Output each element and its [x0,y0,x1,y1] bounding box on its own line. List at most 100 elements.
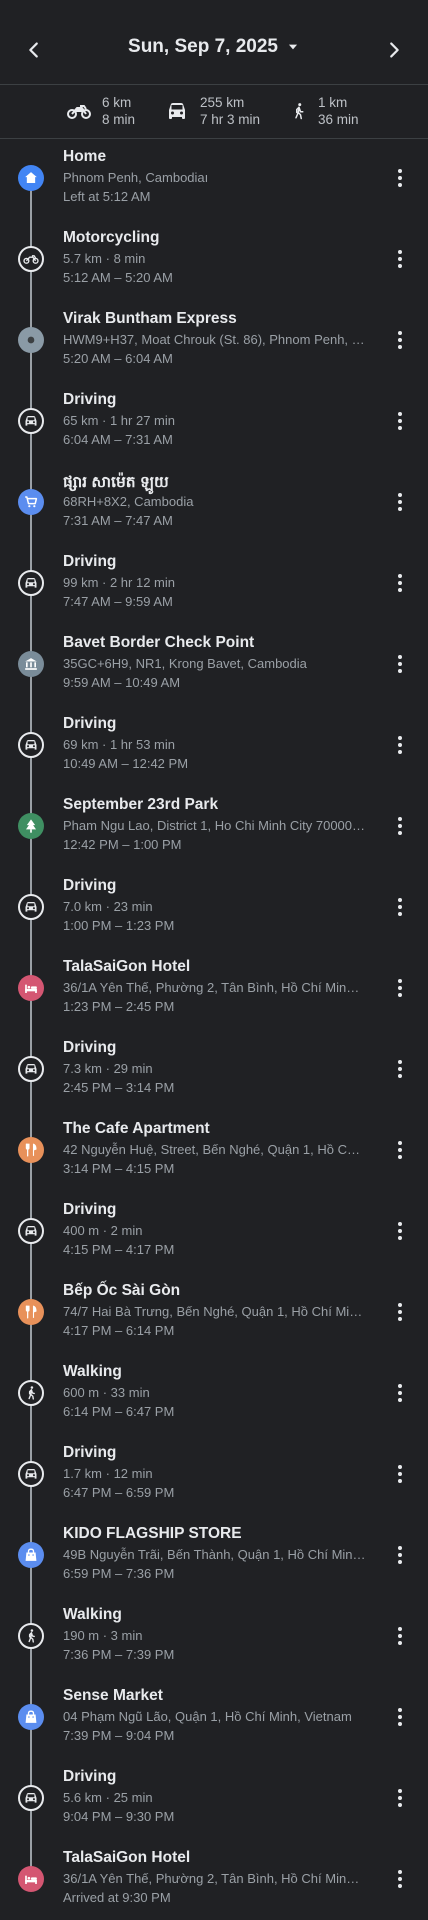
government-building-icon [18,651,44,677]
more-options-button[interactable] [388,322,412,358]
timeline-place-entry[interactable]: TalaSaiGon Hotel 36/1A Yên Thế, Phường 2,… [0,1839,428,1919]
kebab-dot-icon [398,426,402,430]
entry-title: Driving [63,391,117,408]
entry-time-range: 6:04 AM – 7:31 AM [63,432,173,447]
kebab-dot-icon [398,264,402,268]
kebab-dot-icon [398,574,402,578]
more-options-button[interactable] [388,1780,412,1816]
timeline-activity-entry[interactable]: Driving 99 km · 2 hr 12 min 7:47 AM – 9:59… [0,543,428,623]
timeline-activity-entry[interactable]: Driving 69 km · 1 hr 53 min 10:49 AM – 12:… [0,705,428,785]
walking-icon [18,1380,44,1406]
more-options-button[interactable] [388,241,412,277]
timeline-place-entry[interactable]: TalaSaiGon Hotel 36/1A Yên Thế, Phường 2,… [0,948,428,1028]
kebab-dot-icon [398,183,402,187]
entry-address: Pham Ngu Lao, District 1, Ho Chi Minh Ci… [63,818,366,833]
summary-distance: 255 km [200,95,245,110]
entry-address: 35GC+6H9, NR1, Krong Bavet, Cambodia [63,656,307,671]
kebab-dot-icon [398,1884,402,1888]
entry-distance-duration: 7.0 km · 23 min [63,899,153,914]
walking-icon [290,100,308,122]
chevron-right-icon [390,42,399,58]
kebab-dot-icon [398,345,402,349]
entry-distance-duration: 400 m · 2 min [63,1223,143,1238]
hotel-bed-icon [18,1866,44,1892]
more-options-button[interactable] [388,160,412,196]
entry-time-range: 7:47 AM – 9:59 AM [63,594,173,609]
kebab-dot-icon [398,743,402,747]
entry-title: Driving [63,1201,117,1218]
more-options-button[interactable] [388,970,412,1006]
more-options-button[interactable] [388,565,412,601]
more-options-button[interactable] [388,1213,412,1249]
timeline-activity-entry[interactable]: Walking 190 m · 3 min 7:36 PM – 7:39 PM [0,1596,428,1676]
kebab-dot-icon [398,1222,402,1226]
timeline-place-entry[interactable]: ផ្សារ សាម៉េត ឡូយ 68RH+8X2, Cambodia 7:31 A… [0,462,428,542]
timeline-place-entry[interactable]: September 23rd Park Pham Ngu Lao, Distric… [0,786,428,866]
entry-address: Phnom Penh, Cambodiaı [63,170,209,185]
timeline-place-entry[interactable]: The Cafe Apartment 42 Nguyễn Huệ, Street,… [0,1110,428,1190]
next-day-button[interactable] [376,32,412,68]
more-options-button[interactable] [388,1375,412,1411]
restaurant-icon [18,1299,44,1325]
more-options-button[interactable] [388,1618,412,1654]
kebab-dot-icon [398,1803,402,1807]
kebab-dot-icon [398,493,402,497]
more-options-button[interactable] [388,484,412,520]
timeline-place-entry[interactable]: Sense Market 04 Phạm Ngũ Lão, Quận 1, Hồ … [0,1677,428,1757]
more-options-button[interactable] [388,403,412,439]
kebab-dot-icon [398,662,402,666]
entry-distance-duration: 5.6 km · 25 min [63,1790,153,1805]
timeline-activity-entry[interactable]: Walking 600 m · 33 min 6:14 PM – 6:47 PM [0,1353,428,1433]
kebab-dot-icon [398,1634,402,1638]
timeline-place-entry[interactable]: Virak Buntham Express HWM9+H37, Moat Chro… [0,300,428,380]
entry-title: Driving [63,1768,117,1785]
more-options-button[interactable] [388,1861,412,1897]
kebab-dot-icon [398,1317,402,1321]
more-options-button[interactable] [388,1132,412,1168]
entry-time-range: 6:59 PM – 7:36 PM [63,1566,175,1581]
car-icon [18,894,44,920]
timeline-place-entry[interactable]: Bavet Border Check Point 35GC+6H9, NR1, K… [0,624,428,704]
more-options-button[interactable] [388,1051,412,1087]
more-options-button[interactable] [388,889,412,925]
more-options-button[interactable] [388,646,412,682]
entry-distance-duration: 1.7 km · 12 min [63,1466,153,1481]
entry-time-range: 10:49 AM – 12:42 PM [63,756,189,771]
entry-title: Walking [63,1606,122,1623]
more-options-button[interactable] [388,727,412,763]
more-options-button[interactable] [388,1537,412,1573]
timeline-activity-entry[interactable]: Driving 5.6 km · 25 min 9:04 PM – 9:30 PM [0,1758,428,1838]
timeline-activity-entry[interactable]: Motorcycling 5.7 km · 8 min 5:12 AM – 5:20… [0,219,428,299]
timeline-activity-entry[interactable]: Driving 7.0 km · 23 min 1:00 PM – 1:23 PM [0,867,428,947]
more-options-button[interactable] [388,1699,412,1735]
timeline-activity-entry[interactable]: Driving 7.3 km · 29 min 2:45 PM – 3:14 PM [0,1029,428,1109]
date-selector[interactable]: Sun, Sep 7, 2025 [0,36,428,58]
more-options-button[interactable] [388,808,412,844]
timeline-activity-entry[interactable]: Driving 1.7 km · 12 min 6:47 PM – 6:59 PM [0,1434,428,1514]
kebab-dot-icon [398,1627,402,1631]
timeline-place-entry[interactable]: KIDO FLAGSHIP STORE 49B Nguyễn Trãi, Bến … [0,1515,428,1595]
entry-address: 36/1A Yên Thế, Phường 2, Tân Bình, Hồ Ch… [63,980,366,995]
restaurant-icon [18,1137,44,1163]
car-icon [18,570,44,596]
kebab-dot-icon [398,581,402,585]
kebab-dot-icon [398,669,402,673]
shopping-cart-icon [18,489,44,515]
timeline-place-entry[interactable]: Bếp Ốc Sài Gòn 74/7 Hai Bà Trưng, Bến Ngh… [0,1272,428,1352]
entry-distance-duration: 69 km · 1 hr 53 min [63,737,175,752]
timeline-activity-entry[interactable]: Driving 65 km · 1 hr 27 min 6:04 AM – 7:31… [0,381,428,461]
timeline-activity-entry[interactable]: Driving 400 m · 2 min 4:15 PM – 4:17 PM [0,1191,428,1271]
kebab-dot-icon [398,169,402,173]
entry-title: Virak Buntham Express [63,310,237,327]
kebab-dot-icon [398,1472,402,1476]
more-options-button[interactable] [388,1456,412,1492]
kebab-dot-icon [398,1722,402,1726]
more-options-button[interactable] [388,1294,412,1330]
dropdown-arrow-icon [288,44,298,50]
park-tree-icon [18,813,44,839]
timeline-place-entry[interactable]: Home Phnom Penh, Cambodiaı Left at 5:12 AM [0,138,428,218]
kebab-dot-icon [398,1391,402,1395]
entry-distance-duration: 190 m · 3 min [63,1628,143,1643]
entry-time-range: 4:17 PM – 6:14 PM [63,1323,175,1338]
kebab-dot-icon [398,1155,402,1159]
